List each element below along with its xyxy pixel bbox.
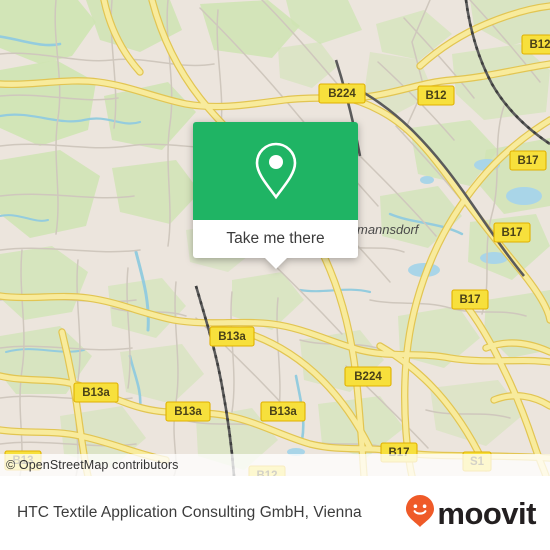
road-shield: B13a — [260, 401, 306, 422]
place-label: mannsdorf — [357, 222, 420, 237]
svg-text:B13a: B13a — [82, 387, 110, 399]
openstreetmap-attribution[interactable]: © OpenStreetMap contributors — [6, 458, 179, 472]
svg-text:B224: B224 — [328, 88, 356, 100]
moovit-smiley-pin-icon — [405, 494, 435, 533]
place-title: HTC Textile Application Consulting GmbH,… — [17, 504, 362, 521]
map-attribution-bar: © OpenStreetMap contributors — [0, 454, 550, 476]
footer-bar: HTC Textile Application Consulting GmbH,… — [0, 476, 550, 550]
road-shield: B224 — [318, 83, 366, 104]
svg-text:B12: B12 — [529, 39, 550, 51]
take-me-there-label: Take me there — [226, 230, 325, 247]
svg-text:B17: B17 — [517, 155, 538, 167]
card-pointer-tail — [263, 257, 288, 269]
road-shield: B12 — [417, 85, 455, 106]
moovit-map-page: mannsdorf B12 B12 B224 B224 B17 B17 B17 … — [0, 0, 550, 550]
map-canvas[interactable]: mannsdorf B12 B12 B224 B224 B17 B17 B17 … — [0, 0, 550, 476]
road-shield: B12 — [521, 34, 550, 55]
road-shield: B13a — [165, 401, 211, 422]
svg-text:B13a: B13a — [218, 331, 246, 343]
svg-text:B224: B224 — [354, 371, 382, 383]
svg-text:B12: B12 — [425, 90, 446, 102]
moovit-wordmark: moovit — [437, 495, 536, 531]
road-shield: B13a — [209, 326, 255, 347]
map-place-labels: mannsdorf — [357, 222, 420, 237]
place-card-header — [193, 122, 358, 220]
place-callout-card[interactable]: Take me there — [193, 122, 358, 269]
road-shield: B17 — [451, 289, 489, 310]
svg-text:B13a: B13a — [174, 406, 202, 418]
road-shield: B17 — [509, 150, 547, 171]
road-shield: B13a — [73, 382, 119, 403]
svg-text:B17: B17 — [501, 227, 522, 239]
svg-text:B17: B17 — [459, 294, 480, 306]
road-shield: B17 — [493, 222, 531, 243]
svg-text:B13a: B13a — [269, 406, 297, 418]
road-shield: B224 — [344, 366, 392, 387]
location-pin-icon — [253, 141, 299, 201]
place-card-cta[interactable]: Take me there — [193, 220, 358, 269]
moovit-logo[interactable]: moovit — [405, 494, 536, 533]
